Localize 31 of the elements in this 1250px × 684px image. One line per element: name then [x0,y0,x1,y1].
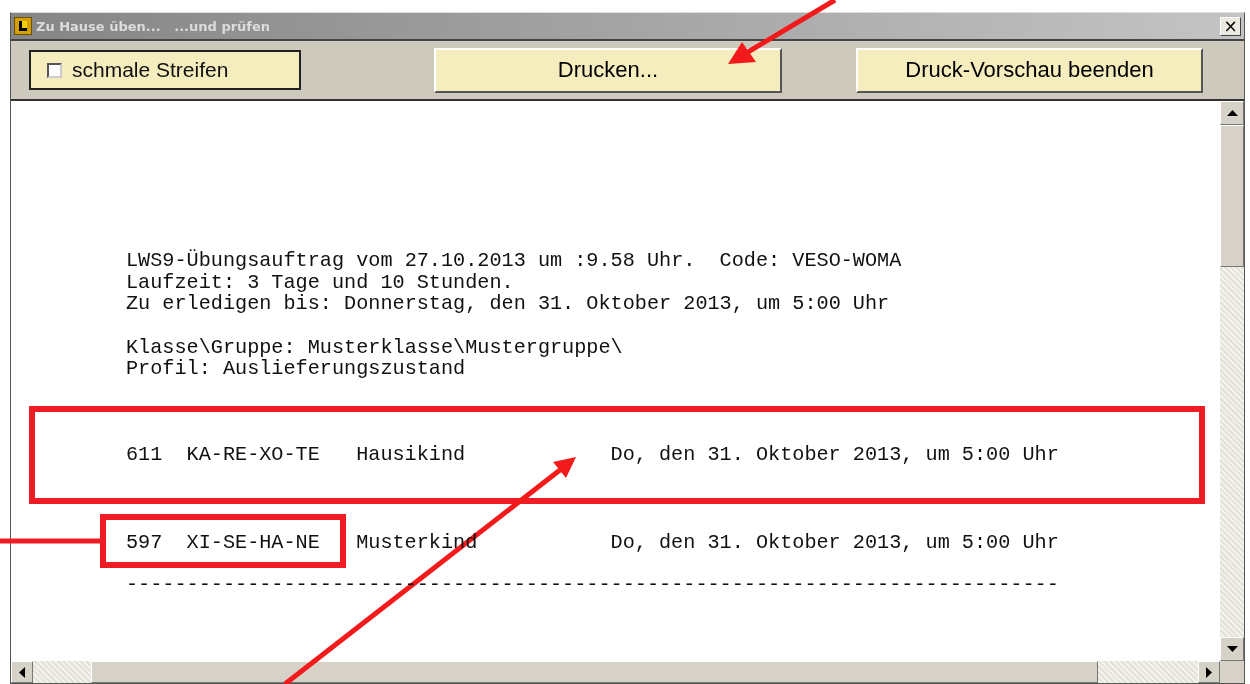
up-triangle-icon [1226,110,1238,116]
table-cell-text: Hausikind [356,443,467,465]
scroll-left-button[interactable] [11,661,33,683]
close-preview-button[interactable]: Druck-Vorschau beenden [856,47,1203,93]
table-cell-text: Do, den 31. Oktober 2013, um 5:00 Uhr [610,532,1060,554]
app-logo-icon [14,17,32,35]
text-line: Zu erledigen bis: Donnerstag, den 31. Oktober 2013, um 5:00 Uhr [126,293,891,315]
table-cell-text: KA-RE-XO-TE [186,443,321,465]
print-button[interactable]: Drucken... [434,47,782,93]
scroll-thumb[interactable] [1220,125,1244,267]
narrow-stripes-checkbox[interactable]: schmale Streifen [29,50,301,90]
scroll-up-button[interactable] [1220,101,1244,125]
table-cell-text: 597 [126,532,164,554]
right-triangle-icon [1206,666,1212,678]
vertical-scrollbar[interactable] [1220,101,1244,661]
table-cell-text: XI-SE-HA-NE [186,532,321,554]
text-line: Laufzeit: 3 Tage und 10 Stunden. [126,271,515,293]
left-triangle-icon [19,666,25,678]
table-cell-text: 611 [126,443,164,465]
text-line: LWS9-Übungsauftrag vom 27.10.2013 um :9.58 Uhr. Code: VESO-WOMA [126,250,903,272]
dashed-separator: ----------------------------------------------------------------------------- [126,573,1060,595]
scroll-down-button[interactable] [1220,637,1244,661]
close-button[interactable]: × [1220,16,1241,36]
horizontal-scrollbar[interactable] [11,661,1220,683]
text-line: Profil: Auslieferungszustand [126,358,467,380]
down-triangle-icon [1226,646,1238,652]
scroll-right-button[interactable] [1198,661,1220,683]
text-line: Klasse\Gruppe: Musterklasse\Mustergruppe\ [126,336,624,358]
table-cell-text: Do, den 31. Oktober 2013, um 5:00 Uhr [610,443,1060,465]
window-title: Zu Hause üben... ...und prüfen [36,18,272,34]
scroll-thumb[interactable] [91,661,1098,683]
